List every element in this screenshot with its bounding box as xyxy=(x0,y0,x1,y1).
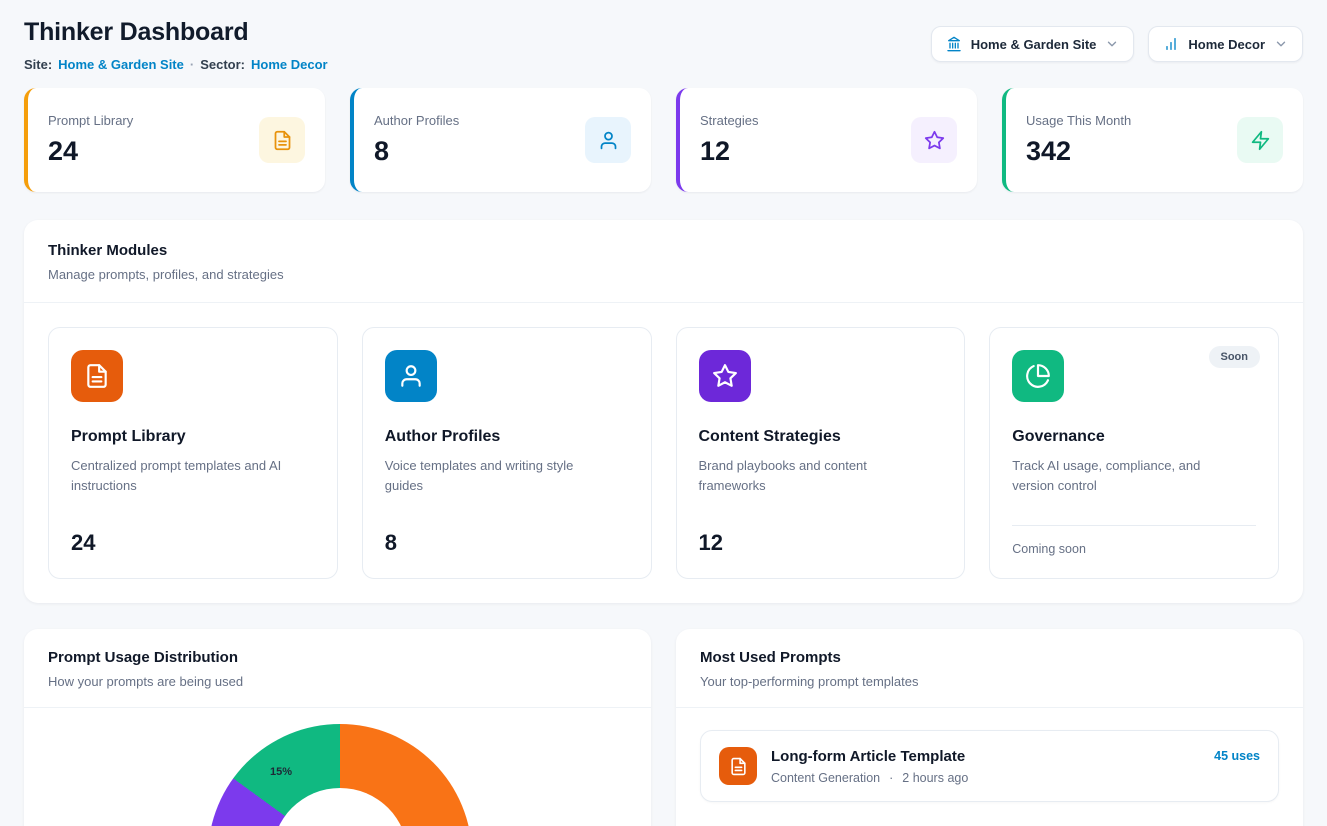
prompt-meta: Content Generation · 2 hours ago xyxy=(771,771,968,785)
stats-row: Prompt Library 24 Author Profiles 8 Stra… xyxy=(24,88,1303,192)
prompt-category: Content Generation xyxy=(771,771,880,785)
module-count: 24 xyxy=(71,530,315,556)
stat-label: Strategies xyxy=(700,113,759,128)
stat-card-strategies: Strategies 12 xyxy=(676,88,977,192)
module-card-content-strategies[interactable]: Content Strategies Brand playbooks and c… xyxy=(676,327,966,579)
stat-text: Usage This Month 342 xyxy=(1026,113,1131,167)
module-description: Track AI usage, compliance, and version … xyxy=(1012,456,1242,496)
site-link[interactable]: Home & Garden Site xyxy=(58,57,184,72)
coming-soon-text: Coming soon xyxy=(1012,525,1256,556)
document-icon xyxy=(719,747,757,785)
module-description: Centralized prompt templates and AI inst… xyxy=(71,456,301,496)
dashboard-page: Thinker Dashboard Site: Home & Garden Si… xyxy=(0,0,1327,826)
sector-label: Sector: xyxy=(200,57,245,72)
stat-card-usage: Usage This Month 342 xyxy=(1002,88,1303,192)
module-title: Governance xyxy=(1012,428,1256,446)
prompt-item-text: Long-form Article Template Content Gener… xyxy=(771,748,968,785)
breadcrumb: Site: Home & Garden Site · Sector: Home … xyxy=(24,57,328,72)
usage-card-title: Prompt Usage Distribution xyxy=(48,649,627,666)
prompt-time: 2 hours ago xyxy=(902,771,968,785)
site-selector-label: Home & Garden Site xyxy=(971,37,1097,52)
module-title: Author Profiles xyxy=(385,428,629,446)
usage-donut[interactable]: 15% xyxy=(208,724,472,826)
module-description: Brand playbooks and content frameworks xyxy=(699,456,929,496)
page-header: Thinker Dashboard Site: Home & Garden Si… xyxy=(24,18,1303,72)
chevron-down-icon xyxy=(1105,37,1119,51)
stat-value: 24 xyxy=(48,136,133,167)
module-card-prompt-library[interactable]: Prompt Library Centralized prompt templa… xyxy=(48,327,338,579)
usage-card-header: Prompt Usage Distribution How your promp… xyxy=(24,629,651,708)
most-used-prompts-card: Most Used Prompts Your top-performing pr… xyxy=(676,629,1303,826)
usage-card-subtitle: How your prompts are being used xyxy=(48,674,627,689)
stat-label: Author Profiles xyxy=(374,113,459,128)
modules-panel: Thinker Modules Manage prompts, profiles… xyxy=(24,220,1303,603)
document-icon xyxy=(259,117,305,163)
page-title: Thinker Dashboard xyxy=(24,18,328,47)
soon-badge: Soon xyxy=(1209,346,1261,368)
module-description: Voice templates and writing style guides xyxy=(385,456,615,496)
sparkle-icon xyxy=(911,117,957,163)
most-used-subtitle: Your top-performing prompt templates xyxy=(700,674,1279,689)
uses-badge: 45 uses xyxy=(1214,749,1260,763)
pie-chart-icon xyxy=(1012,350,1064,402)
site-selector-dropdown[interactable]: Home & Garden Site xyxy=(931,26,1135,62)
most-used-title: Most Used Prompts xyxy=(700,649,1279,666)
sector-link[interactable]: Home Decor xyxy=(251,57,328,72)
person-icon xyxy=(585,117,631,163)
module-count: 8 xyxy=(385,530,629,556)
stat-text: Author Profiles 8 xyxy=(374,113,459,167)
sector-selector-label: Home Decor xyxy=(1188,37,1265,52)
person-icon xyxy=(385,350,437,402)
prompt-list-item[interactable]: Long-form Article Template Content Gener… xyxy=(700,730,1279,802)
donut-percentage-label: 15% xyxy=(270,766,292,778)
modules-subtitle: Manage prompts, profiles, and strategies xyxy=(48,267,1279,282)
stat-card-prompt-library: Prompt Library 24 xyxy=(24,88,325,192)
stat-label: Prompt Library xyxy=(48,113,133,128)
chevron-down-icon xyxy=(1274,37,1288,51)
prompt-title: Long-form Article Template xyxy=(771,748,968,765)
bar-chart-icon xyxy=(1163,36,1179,52)
sector-selector-dropdown[interactable]: Home Decor xyxy=(1148,26,1303,62)
stat-value: 342 xyxy=(1026,136,1131,167)
stat-card-author-profiles: Author Profiles 8 xyxy=(350,88,651,192)
module-card-author-profiles[interactable]: Author Profiles Voice templates and writ… xyxy=(362,327,652,579)
header-toolbar: Home & Garden Site Home Decor xyxy=(931,26,1303,62)
usage-chart-area: 15% xyxy=(24,708,651,826)
modules-panel-header: Thinker Modules Manage prompts, profiles… xyxy=(24,220,1303,303)
module-title: Prompt Library xyxy=(71,428,315,446)
landmark-icon xyxy=(946,36,962,52)
module-title: Content Strategies xyxy=(699,428,943,446)
stat-value: 8 xyxy=(374,136,459,167)
module-card-governance[interactable]: Soon Governance Track AI usage, complian… xyxy=(989,327,1279,579)
bottom-row: Prompt Usage Distribution How your promp… xyxy=(24,629,1303,826)
document-icon xyxy=(71,350,123,402)
stat-text: Strategies 12 xyxy=(700,113,759,167)
most-used-card-header: Most Used Prompts Your top-performing pr… xyxy=(676,629,1303,708)
stat-text: Prompt Library 24 xyxy=(48,113,133,167)
modules-grid: Prompt Library Centralized prompt templa… xyxy=(24,303,1303,603)
breadcrumb-separator: · xyxy=(190,57,194,72)
modules-title: Thinker Modules xyxy=(48,242,1279,259)
module-count: 12 xyxy=(699,530,943,556)
header-left: Thinker Dashboard Site: Home & Garden Si… xyxy=(24,18,328,72)
site-label: Site: xyxy=(24,57,52,72)
zap-icon xyxy=(1237,117,1283,163)
meta-separator: · xyxy=(889,771,893,785)
stat-label: Usage This Month xyxy=(1026,113,1131,128)
prompts-list: Long-form Article Template Content Gener… xyxy=(676,708,1303,824)
usage-distribution-card: Prompt Usage Distribution How your promp… xyxy=(24,629,651,826)
stat-value: 12 xyxy=(700,136,759,167)
sparkle-icon xyxy=(699,350,751,402)
donut-hole xyxy=(272,788,408,826)
